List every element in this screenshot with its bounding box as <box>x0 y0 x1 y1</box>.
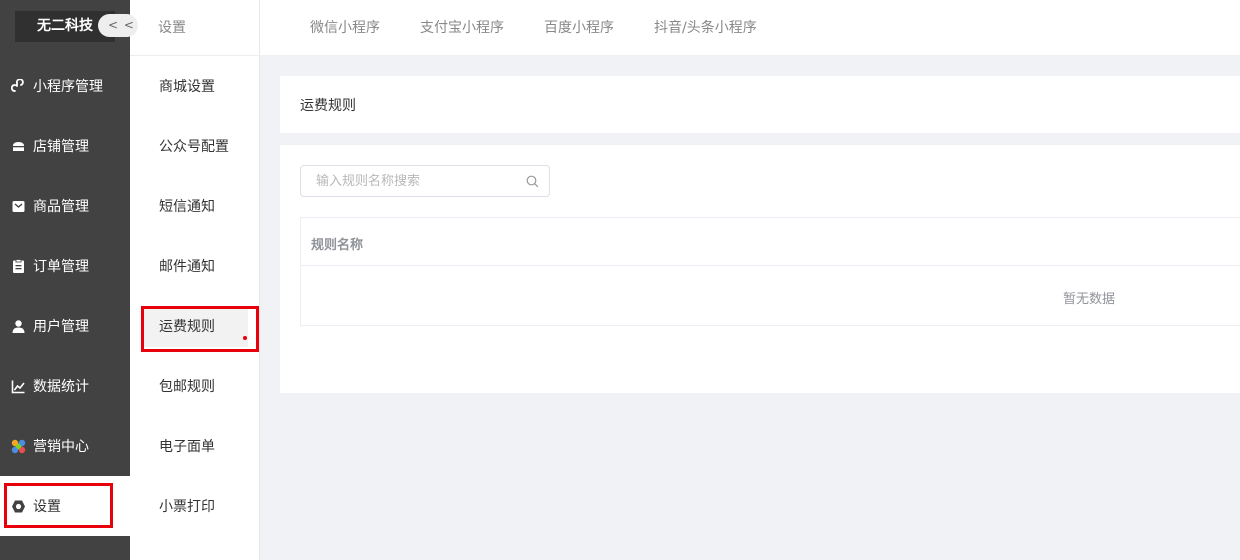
column-rule-name: 规则名称 <box>311 238 364 253</box>
submenu-item-email[interactable]: 邮件通知 <box>130 247 260 287</box>
sidebar-item-label: 商品管理 <box>33 199 89 215</box>
sidebar-item-shop[interactable]: 店铺管理 <box>0 116 130 176</box>
sidebar-item-miniprogram[interactable]: 小程序管理 <box>0 56 130 116</box>
settings-submenu: 设置 商城设置 公众号配置 短信通知 邮件通知 运费规则 包邮规则 电子面单 小… <box>130 0 260 560</box>
tab-douyin[interactable]: 抖音/头条小程序 <box>654 17 757 37</box>
platform-tabs: 微信小程序 支付宝小程序 百度小程序 抖音/头条小程序 <box>260 0 1240 55</box>
marketing-icon <box>11 439 26 454</box>
sidebar-item-label: 数据统计 <box>33 379 89 395</box>
tab-wechat[interactable]: 微信小程序 <box>310 17 380 37</box>
tab-alipay[interactable]: 支付宝小程序 <box>420 17 504 37</box>
submenu-item-receipt-print[interactable]: 小票打印 <box>130 487 260 527</box>
search-icon[interactable] <box>526 175 539 188</box>
sidebar-item-label: 店铺管理 <box>33 139 89 155</box>
rules-panel: 规则名称 暂无数据 <box>280 145 1240 393</box>
submenu-title: 设置 <box>158 20 186 36</box>
submenu-item-sms[interactable]: 短信通知 <box>130 187 260 227</box>
highlight-box-shipping-rules <box>141 306 259 352</box>
goods-icon <box>11 199 26 214</box>
highlight-box-settings <box>4 483 113 528</box>
rules-table: 规则名称 暂无数据 <box>300 217 1240 326</box>
shop-icon <box>11 139 26 154</box>
empty-state-text: 暂无数据 <box>1063 292 1116 307</box>
main-sidebar: 无二科技 小程序管理 店铺管理 商品管理 订单管理 用户管理 数据统计 营销中心… <box>0 0 130 560</box>
submenu-item-official-account[interactable]: 公众号配置 <box>130 127 260 167</box>
search-input[interactable] <box>301 166 521 196</box>
tab-baidu[interactable]: 百度小程序 <box>544 17 614 37</box>
submenu-header: 设置 <box>130 0 260 56</box>
submenu-item-free-shipping[interactable]: 包邮规则 <box>130 367 260 407</box>
search-box <box>300 165 550 197</box>
submenu-item-mall-settings[interactable]: 商城设置 <box>130 67 260 107</box>
submenu-item-e-waybill[interactable]: 电子面单 <box>130 427 260 467</box>
page-title: 运费规则 <box>300 98 356 114</box>
sidebar-item-label: 订单管理 <box>33 259 89 275</box>
sidebar-item-orders[interactable]: 订单管理 <box>0 236 130 296</box>
sidebar-item-users[interactable]: 用户管理 <box>0 296 130 356</box>
sidebar-item-label: 营销中心 <box>33 439 89 455</box>
sidebar-item-marketing[interactable]: 营销中心 <box>0 416 130 476</box>
order-icon <box>11 258 26 274</box>
table-header: 规则名称 <box>301 218 1240 266</box>
sidebar-item-label: 小程序管理 <box>33 79 103 95</box>
sidebar-item-goods[interactable]: 商品管理 <box>0 176 130 236</box>
page-header: 运费规则 <box>280 76 1240 133</box>
link-icon <box>11 78 26 94</box>
chart-icon <box>11 379 26 394</box>
sidebar-item-label: 用户管理 <box>33 319 89 335</box>
user-icon <box>11 319 26 334</box>
sidebar-item-stats[interactable]: 数据统计 <box>0 356 130 416</box>
collapse-button[interactable]: < < <box>98 14 138 37</box>
